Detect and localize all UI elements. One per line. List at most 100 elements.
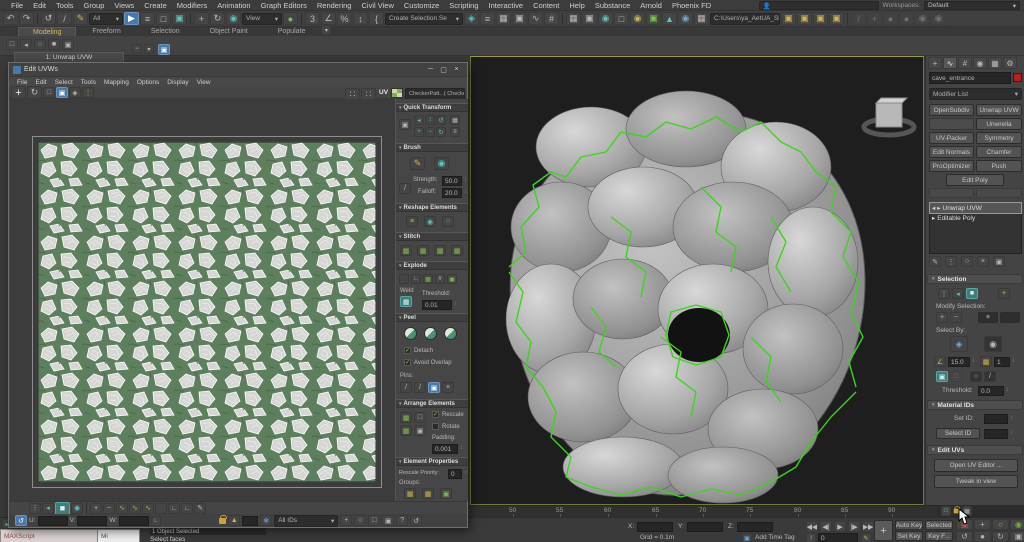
key-filters-button[interactable]: Key F... xyxy=(925,531,953,541)
uvw-menu-view[interactable]: View xyxy=(193,79,215,86)
snap-dots-icon[interactable]: ⋮ xyxy=(82,87,94,98)
select-and-link-icon[interactable]: ↺ xyxy=(41,12,56,25)
checkbox-checked-icon[interactable]: ✓ xyxy=(432,411,439,418)
detach-checkbox-row[interactable]: ✓Detach xyxy=(404,347,433,354)
menu-interactive[interactable]: Interactive xyxy=(483,1,528,10)
freeform-tool-icon[interactable]: ▣ xyxy=(56,87,68,98)
tweak-in-view-button[interactable]: Tweak in view xyxy=(934,475,1018,488)
stitch-source-icon[interactable]: ▦ xyxy=(434,245,446,256)
render-setup-teapot-icon[interactable]: ◉ xyxy=(226,12,241,25)
select-and-move-icon[interactable]: + xyxy=(194,12,209,25)
align-horizontal-icon[interactable]: ◂ xyxy=(414,115,424,125)
matid-field[interactable]: 1 xyxy=(994,357,1010,367)
zoom-extents-icon[interactable]: ▣ xyxy=(382,515,394,526)
set-id-field[interactable] xyxy=(984,414,1008,424)
field-of-view-icon[interactable]: ● xyxy=(974,531,991,542)
tab-populate[interactable]: Populate xyxy=(264,27,320,36)
rotate-tool-icon[interactable]: ↻ xyxy=(27,86,42,99)
tab-selection[interactable]: Selection xyxy=(137,27,194,36)
snap-toggle-3d-icon[interactable]: 3 xyxy=(305,12,320,25)
spinner-icon[interactable]: ↕ xyxy=(464,177,467,183)
tab-hierarchy[interactable]: # xyxy=(958,57,972,69)
go-to-start-icon[interactable]: ◀◀ xyxy=(806,521,818,532)
weld-selected-icon[interactable]: ▦ xyxy=(400,296,412,307)
menu-animation[interactable]: Animation xyxy=(212,1,255,10)
object-name-field[interactable]: cave_entrance xyxy=(929,72,1011,84)
straighten-selection-icon[interactable]: ≡ xyxy=(406,216,418,227)
redo-icon[interactable]: ↷ xyxy=(19,12,34,25)
mirror-tool-icon[interactable]: ◈ xyxy=(69,87,81,98)
lock-selection-small-icon[interactable]: ∟ xyxy=(151,516,161,526)
button-empty[interactable] xyxy=(929,118,974,130)
pack-normalize-icon[interactable]: ▦ xyxy=(400,412,412,423)
window-crossing-icon[interactable]: ▣ xyxy=(172,12,187,25)
previous-frame-icon[interactable]: ◀| xyxy=(820,521,832,532)
render-frame-window-icon[interactable]: □ xyxy=(614,12,629,25)
flatten-custom-icon[interactable]: ▣ xyxy=(447,274,457,284)
peel-mode-icon[interactable] xyxy=(424,327,437,340)
rescale-priority-field[interactable]: 0 xyxy=(448,469,462,479)
spinner-icon[interactable]: ↕ xyxy=(464,189,467,195)
modifier-list-dropdown[interactable]: Modifier List▾ xyxy=(929,88,1022,100)
create-key-pencil-icon[interactable]: ✎ xyxy=(861,533,871,542)
make-unique-icon[interactable]: ○ xyxy=(961,256,973,267)
group-ungroup-icon[interactable]: ▦ xyxy=(422,488,434,499)
rotate-ccw-icon[interactable]: ↺ xyxy=(436,115,446,125)
play-animation-icon[interactable]: ▶ xyxy=(834,521,846,532)
select-grow-loop-icon[interactable]: ∿ xyxy=(142,503,154,514)
edge-loop-button[interactable] xyxy=(1000,312,1020,323)
checkbox-checked-icon[interactable]: ✓ xyxy=(404,347,411,354)
key-mode-icon[interactable]: ↕ xyxy=(806,533,816,542)
section-brush[interactable]: ▾Brush xyxy=(396,143,468,152)
rollout-edit-uvs[interactable]: ▾Edit UVs xyxy=(927,445,1023,455)
bind-to-space-warp-icon[interactable]: ✎ xyxy=(73,12,88,25)
reset-peel-icon[interactable] xyxy=(444,327,457,340)
linear-align-icon[interactable]: ≡ xyxy=(450,127,460,137)
spinner-icon[interactable]: ↕ xyxy=(454,301,457,307)
explode-threshold-field[interactable]: 0.01 xyxy=(422,300,452,310)
border-mode-icon[interactable]: ○ xyxy=(34,39,46,50)
rescale-elements-icon[interactable]: ▦ xyxy=(400,425,412,436)
menu-modifiers[interactable]: Modifiers xyxy=(172,1,212,10)
spinner-icon[interactable]: ↕ xyxy=(1010,415,1013,421)
grid-manager-icon[interactable]: ▦ xyxy=(694,12,709,25)
padding-field[interactable]: 0.001 xyxy=(432,444,458,454)
rotate-elements-icon[interactable]: ▣ xyxy=(414,425,426,436)
select-by-uv-icon[interactable]: + xyxy=(998,288,1010,299)
scene-explorer-icon[interactable]: ▦ xyxy=(566,12,581,25)
quick-peel-icon[interactable] xyxy=(404,327,417,340)
rectangular-selection-region-icon[interactable]: □ xyxy=(156,12,171,25)
show-end-result-icon[interactable]: ⋮ xyxy=(945,256,957,267)
flatten-by-material-icon[interactable]: # xyxy=(435,274,445,284)
edge-ring-button[interactable]: ≡ xyxy=(978,312,998,323)
section-quick-transform[interactable]: ▾Quick Transform xyxy=(396,103,468,112)
select-matid-icon[interactable]: ▦ xyxy=(980,356,992,367)
select-loop-icon[interactable]: ∿ xyxy=(116,503,128,514)
workspace-dropdown[interactable]: Default▾ xyxy=(924,1,1020,10)
tab-modify[interactable]: ∿ xyxy=(943,57,957,69)
pin-tool-icon[interactable]: / xyxy=(400,382,412,393)
w-field[interactable] xyxy=(119,516,149,526)
configure-modifier-sets-icon[interactable]: ▣ xyxy=(993,256,1005,267)
folder-save-icon[interactable]: ▣ xyxy=(813,12,828,25)
detach-edge-verts-icon[interactable]: ∟ xyxy=(411,274,421,284)
button-unwrella[interactable]: Unwrella xyxy=(976,118,1022,130)
falloff-field[interactable]: 20.0 xyxy=(442,188,462,198)
walk-through-icon[interactable]: ↻ xyxy=(992,531,1009,542)
button-symmetry[interactable]: Symmetry xyxy=(976,132,1022,144)
render-iterative-icon[interactable]: ▣ xyxy=(646,12,661,25)
threshold-field[interactable]: 0.0 xyxy=(978,386,1004,396)
expand-icon[interactable]: ▸ xyxy=(932,214,935,222)
stack-item-editable-poly[interactable]: ▸Editable Poly xyxy=(930,213,1021,223)
align-vertical-icon[interactable]: ↕ xyxy=(425,115,435,125)
pin-stack-icon[interactable]: ✎ xyxy=(929,256,941,267)
edit-uvws-titlebar[interactable]: Edit UVWs ─ ▢ × xyxy=(9,63,467,77)
stack-item-unwrap-uvw[interactable]: ◂▸Unwrap UVW xyxy=(930,203,1021,213)
uvw-menu-display[interactable]: Display xyxy=(163,79,192,86)
column-select-icon[interactable] xyxy=(155,503,167,514)
timeline-slider[interactable]: 50 55 60 65 70 75 80 85 90 xyxy=(469,505,937,517)
spinner-icon[interactable]: ↕ xyxy=(1010,430,1013,436)
selection-filter-dropdown[interactable]: All▾ xyxy=(89,13,123,25)
auto-key-button[interactable]: Auto Key xyxy=(895,520,923,530)
button-opensubdiv[interactable]: OpenSubdiv xyxy=(929,104,974,116)
